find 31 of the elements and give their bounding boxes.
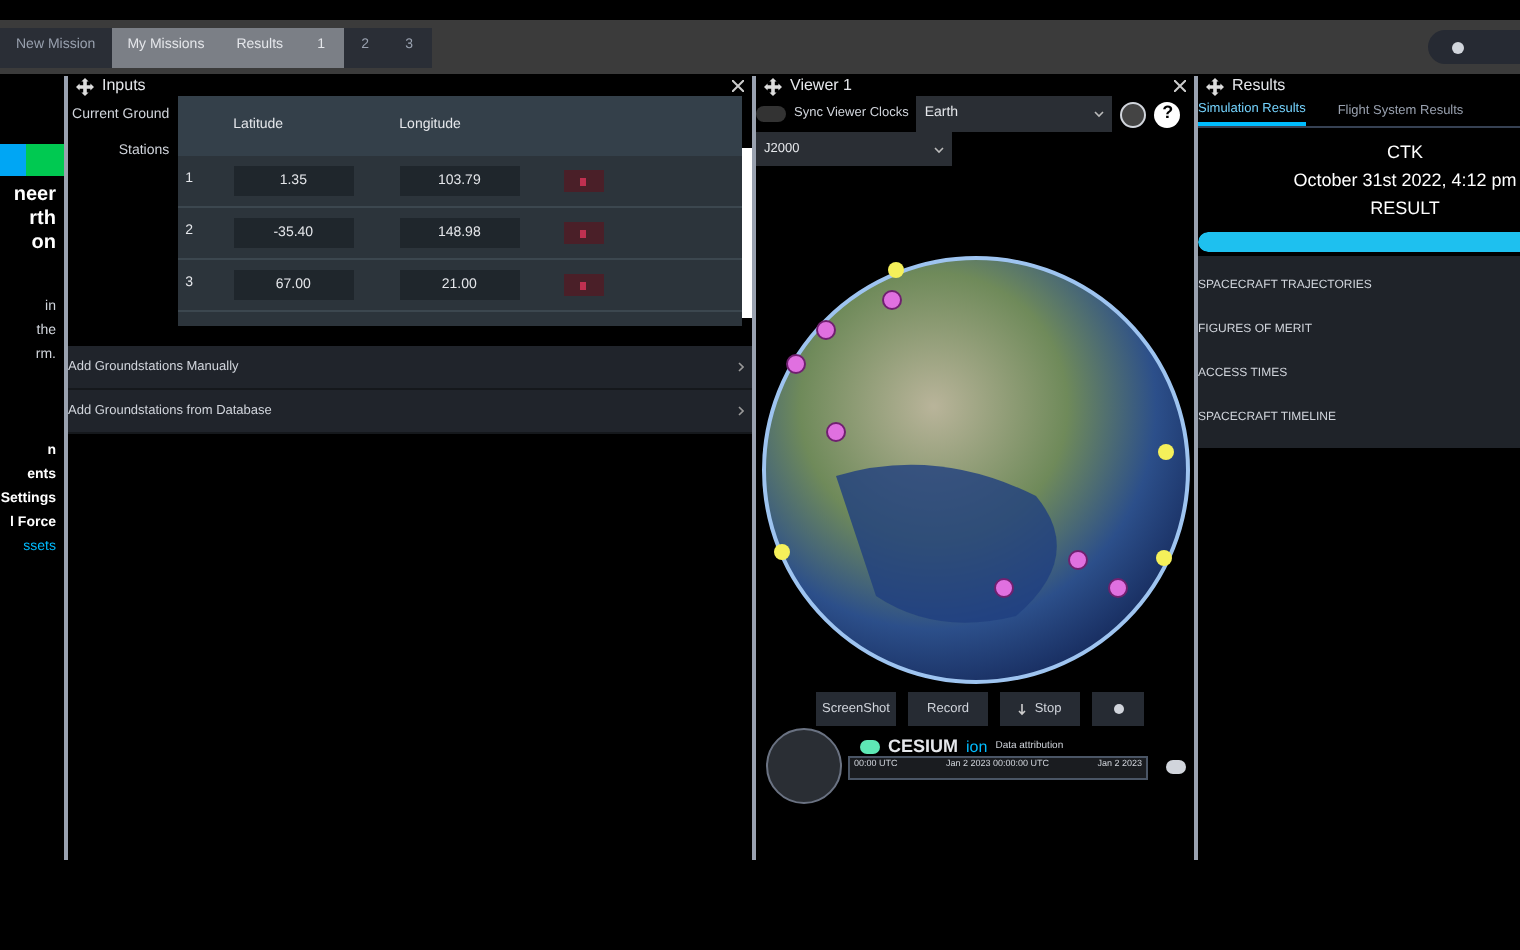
side-text: rth <box>29 208 56 232</box>
scrollbar[interactable] <box>742 148 753 318</box>
move-icon <box>76 77 94 95</box>
record-dot-button[interactable] <box>1092 692 1144 726</box>
clock-widget[interactable] <box>766 728 842 804</box>
result-date: October 31st 2022, 4:12 pm <box>1293 168 1517 194</box>
sync-toggle[interactable] <box>756 106 786 122</box>
result-heading: RESULT <box>1370 196 1440 222</box>
side-text: on <box>31 232 56 256</box>
panel-title: Inputs <box>102 74 148 98</box>
close-icon[interactable] <box>1174 80 1186 92</box>
delete-button[interactable] <box>563 222 604 244</box>
help-icon[interactable]: ? <box>1154 101 1181 127</box>
result-name: CTK <box>1387 140 1423 166</box>
logo-suffix: ion <box>966 735 988 759</box>
chevron-right-icon <box>738 362 744 372</box>
caret-icon <box>934 145 944 153</box>
logo-text: CESIUM <box>888 734 959 759</box>
info-icon[interactable] <box>1452 41 1464 53</box>
delete-button[interactable] <box>563 170 604 192</box>
move-icon <box>1206 77 1224 95</box>
side-text: neer <box>13 184 56 208</box>
delete-button[interactable] <box>563 274 604 296</box>
logo-icon <box>860 740 880 755</box>
panel-title: Results <box>1232 74 1286 98</box>
caret-icon <box>1094 110 1105 118</box>
move-icon <box>764 77 782 95</box>
chevron-right-icon <box>738 406 744 416</box>
panel-title: Viewer 1 <box>790 74 854 98</box>
close-icon[interactable] <box>732 80 744 92</box>
download-arrow-icon <box>1018 703 1027 715</box>
